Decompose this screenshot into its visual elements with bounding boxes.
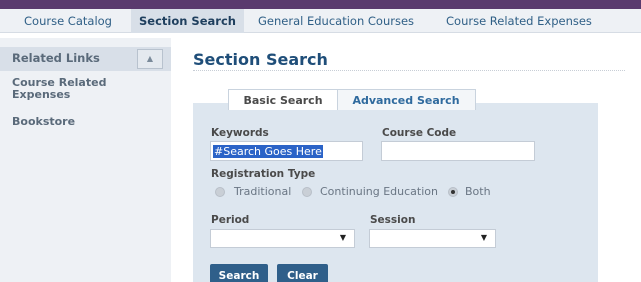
sidebar-link-bookstore[interactable]: Bookstore	[12, 116, 75, 128]
search-button[interactable]: Search	[210, 264, 268, 282]
page-title: Section Search	[193, 50, 328, 69]
tab-label: Advanced Search	[352, 94, 460, 107]
sidebar-title: Related Links	[12, 51, 100, 65]
sidebar-link-label: Bookstore	[12, 115, 76, 128]
nav-tab-label: General Education Courses	[258, 14, 415, 28]
clear-button[interactable]: Clear	[277, 264, 328, 282]
dropdown-arrow-icon: ▼	[480, 233, 487, 242]
brand-bar	[0, 0, 641, 9]
sidebar-header: Related Links ▲	[0, 47, 171, 71]
clear-button-label: Clear	[287, 270, 318, 282]
title-divider	[193, 70, 625, 71]
dropdown-arrow-icon: ▼	[339, 233, 346, 242]
keywords-label: Keywords	[211, 127, 269, 139]
nav-tab-section-search[interactable]: Section Search	[131, 9, 244, 33]
registration-type-label: Registration Type	[211, 168, 316, 180]
radio-both[interactable]	[448, 187, 458, 197]
radio-traditional[interactable]	[215, 187, 225, 197]
nav-tab-label: Section Search	[139, 14, 236, 28]
tab-basic-search[interactable]: Basic Search	[228, 89, 338, 110]
sidebar-link-label: Expenses	[12, 88, 71, 101]
search-button-label: Search	[218, 270, 260, 282]
radio-label-both: Both	[465, 185, 491, 198]
session-select[interactable]: ▼	[369, 229, 496, 248]
nav-tab-label: Course Related Expenses	[446, 14, 592, 28]
period-select[interactable]: ▼	[210, 229, 355, 248]
radio-continuing-education[interactable]	[302, 187, 312, 197]
period-label: Period	[211, 214, 250, 226]
triangle-up-icon: ▲	[146, 54, 154, 63]
sidebar-link-course-related-expenses[interactable]: Course Related Expenses	[12, 77, 106, 101]
top-nav: Course Catalog Section Search General Ed…	[0, 9, 641, 33]
course-code-input[interactable]	[381, 141, 535, 161]
keywords-input[interactable]: #Search Goes Here	[210, 141, 363, 161]
tab-label: Basic Search	[243, 94, 323, 107]
nav-tab-label: Course Catalog	[24, 14, 112, 28]
course-code-label: Course Code	[382, 127, 457, 139]
nav-tab-course-related-expenses[interactable]: Course Related Expenses	[446, 9, 592, 33]
collapse-button[interactable]: ▲	[137, 49, 163, 69]
nav-tab-general-education-courses[interactable]: General Education Courses	[258, 9, 414, 33]
tab-advanced-search[interactable]: Advanced Search	[336, 89, 476, 110]
radio-label-continuing-education: Continuing Education	[320, 185, 438, 198]
nav-tab-course-catalog[interactable]: Course Catalog	[24, 9, 112, 33]
keywords-value: #Search Goes Here	[213, 145, 323, 158]
radio-label-traditional: Traditional	[234, 185, 292, 198]
session-label: Session	[370, 214, 416, 226]
sidebar: Related Links ▲ Course Related Expenses …	[0, 38, 171, 282]
